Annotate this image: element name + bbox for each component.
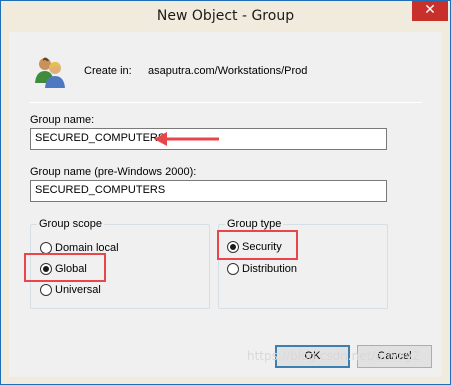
radio-label: Distribution	[242, 263, 298, 275]
radio-circle[interactable]	[227, 263, 239, 275]
radio-circle[interactable]	[40, 284, 52, 296]
security-highlight-box	[217, 230, 298, 260]
create-in-path: asaputra.com/Workstations/Prod	[148, 65, 308, 77]
dialog-body: Create in: asaputra.com/Workstations/Pro…	[9, 32, 442, 377]
group-name-pre2000-label: Group name (pre-Windows 2000):	[30, 166, 197, 178]
type-distribution-radio[interactable]: Distribution	[227, 261, 297, 277]
group-name-pre2000-input[interactable]: SECURED_COMPUTERS	[30, 180, 387, 202]
divider	[29, 102, 422, 103]
watermark-text: https://blog.csdn.net/ativay2	[247, 349, 420, 363]
dialog-window: New Object - Group ✕ Create in: asaputra…	[0, 0, 451, 385]
close-button[interactable]: ✕	[412, 1, 448, 21]
title-bar[interactable]: New Object - Group ✕	[1, 1, 450, 32]
scope-universal-radio[interactable]: Universal	[40, 282, 101, 298]
group-scope-title: Group scope	[37, 218, 104, 230]
create-in-label: Create in:	[84, 65, 132, 77]
group-name-label: Group name:	[30, 114, 95, 126]
red-arrow-icon	[154, 132, 219, 146]
users-group-icon	[35, 57, 65, 88]
radio-label: Universal	[55, 284, 101, 296]
global-highlight-box	[24, 253, 106, 282]
group-type-title: Group type	[225, 218, 284, 230]
window-title: New Object - Group	[156, 8, 295, 24]
